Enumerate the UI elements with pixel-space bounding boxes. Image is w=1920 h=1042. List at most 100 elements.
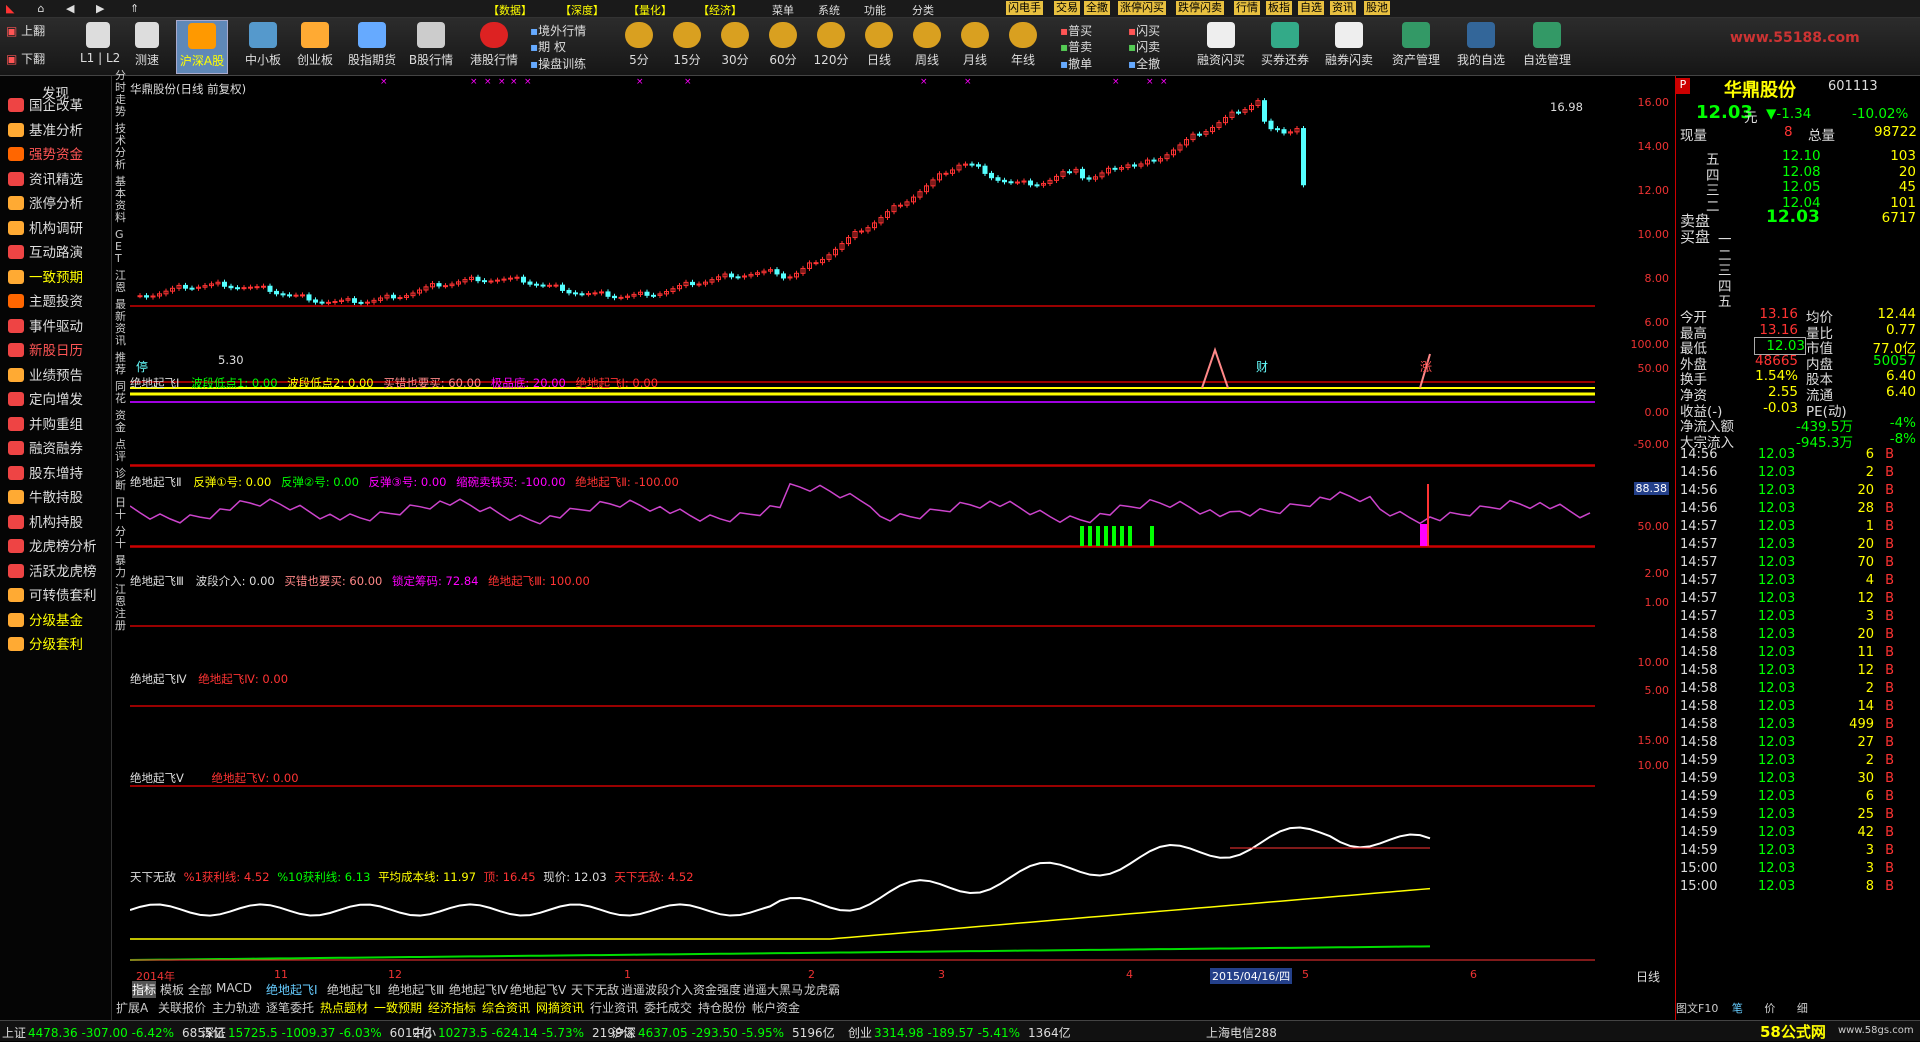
speed-test-button[interactable]: 测速 — [128, 20, 166, 68]
margin-flash-buy-button[interactable]: 融资闪买 — [1192, 20, 1250, 68]
bid-level-4[interactable]: 五 — [1718, 290, 1732, 310]
ext-tab-8[interactable]: 网摘资讯 — [536, 999, 584, 1016]
vtab-2[interactable]: 基本资料 — [115, 176, 127, 224]
sidebar-item-8[interactable]: 主题投资 — [8, 290, 83, 310]
menu-stock-pool[interactable]: 股池 — [1364, 1, 1390, 15]
vtab-4[interactable]: 江恩 — [115, 270, 127, 294]
sidebar-item-10[interactable]: 新股日历 — [8, 339, 83, 359]
ext-tab-3[interactable]: 逐笔委托 — [266, 999, 314, 1016]
index-item-0[interactable]: 上证 4478.36 -307.00 -6.42% 6855亿 — [2, 1024, 225, 1041]
menu-data[interactable]: 【数据】 — [488, 2, 532, 18]
menu-limitdown-sell[interactable]: 跌停闪卖 — [1176, 1, 1224, 15]
chart-area[interactable]: × × × × × × × × × × × × × 华鼎股份(日线 前复权) 16.98 5.30 停 … — [130, 76, 1595, 970]
vtab-0[interactable]: 分时走势 — [115, 70, 127, 118]
period-5min-button[interactable]: 5分 — [622, 20, 656, 68]
menu-watchlist[interactable]: 自选 — [1298, 1, 1324, 15]
sme-board-button[interactable]: 中小板 — [240, 20, 286, 68]
period-week-button[interactable]: 周线 — [910, 20, 944, 68]
menu-system[interactable]: 系统 — [818, 2, 840, 18]
index-item-3[interactable]: 沪深 4637.05 -293.50 -5.95% 5196亿 — [612, 1024, 835, 1041]
menu-category[interactable]: 分类 — [912, 2, 934, 18]
my-watchlist-button[interactable]: 我的自选 — [1454, 20, 1508, 68]
sidebar-item-13[interactable]: 并购重组 — [8, 413, 83, 433]
menu-news[interactable]: 资讯 — [1330, 1, 1356, 15]
sidebar-item-18[interactable]: 龙虎榜分析 — [8, 535, 97, 555]
sidebar-item-0[interactable]: 国企改革 — [8, 94, 83, 114]
sidebar-item-14[interactable]: 融资融券 — [8, 437, 83, 457]
sidebar-item-16[interactable]: 牛散持股 — [8, 486, 83, 506]
ext-tab-11[interactable]: 持仓股份 — [698, 999, 746, 1016]
cancel-order-button[interactable]: ▪撤单 — [1060, 55, 1092, 72]
b-share-button[interactable]: B股行情 — [406, 20, 456, 68]
vtab-5[interactable]: 最新资讯 — [115, 299, 127, 347]
sidebar-item-19[interactable]: 活跃龙虎榜 — [8, 560, 97, 580]
sidebar-item-2[interactable]: 强势资金 — [8, 143, 83, 163]
sidebar-item-1[interactable]: 基准分析 — [8, 119, 83, 139]
menu-flash-hand[interactable]: 闪电手 — [1006, 1, 1043, 15]
ext-tab-9[interactable]: 行业资讯 — [590, 999, 638, 1016]
vtab-7[interactable]: 同花 — [115, 381, 127, 405]
vtab-11[interactable]: 日十 — [115, 497, 127, 521]
sidebar-item-15[interactable]: 股东增持 — [8, 462, 83, 482]
menu-economy[interactable]: 【经济】 — [698, 2, 742, 18]
index-futures-button[interactable]: 股指期货 — [346, 20, 398, 68]
period-60min-button[interactable]: 60分 — [766, 20, 800, 68]
normal-sell-button[interactable]: ▪普卖 — [1060, 38, 1092, 55]
vtab-14[interactable]: 江恩注册 — [115, 584, 127, 632]
menu-back-icon[interactable]: ◀ — [66, 2, 74, 15]
menu-depth[interactable]: 【深度】 — [560, 2, 604, 18]
cancel-all-button[interactable]: ▪全撤 — [1128, 55, 1160, 72]
sidebar-item-11[interactable]: 业绩预告 — [8, 364, 83, 384]
period-120min-button[interactable]: 120分 — [812, 20, 850, 68]
menu-forward-icon[interactable]: ▶ — [96, 2, 104, 15]
vtab-3[interactable]: GET — [115, 229, 127, 265]
indicator-tab-1[interactable]: 模板 — [160, 981, 184, 998]
indicator-tab-7[interactable]: 绝地起飞Ⅳ — [449, 981, 508, 998]
finance-marker[interactable]: 财 — [1256, 358, 1268, 375]
flash-sell-button[interactable]: ▪闪卖 — [1128, 38, 1160, 55]
ext-tab-5[interactable]: 一致预期 — [374, 999, 422, 1016]
indicator-tab-5[interactable]: 绝地起飞Ⅱ — [327, 981, 381, 998]
indicator-tab-2[interactable]: 全部 — [188, 981, 212, 998]
flash-buy-button[interactable]: ▪闪买 — [1128, 22, 1160, 39]
normal-buy-button[interactable]: ▪普买 — [1060, 22, 1092, 39]
ext-tab-4[interactable]: 热点题材 — [320, 999, 368, 1016]
ext-tab-0[interactable]: 扩展A — [116, 999, 148, 1016]
watchlist-mgmt-button[interactable]: 自选管理 — [1520, 20, 1574, 68]
sidebar-item-6[interactable]: 互动路演 — [8, 241, 83, 261]
sidebar-item-12[interactable]: 定向增发 — [8, 388, 83, 408]
menu-quotes[interactable]: 行情 — [1234, 1, 1260, 15]
sidebar-item-7[interactable]: 一致预期 — [8, 266, 83, 286]
ticks-tab[interactable]: 笔 — [1732, 1002, 1743, 1015]
sidebar-item-3[interactable]: 资讯精选 — [8, 168, 83, 188]
sidebar-item-21[interactable]: 分级基金 — [8, 609, 83, 629]
ext-tab-1[interactable]: 关联报价 — [158, 999, 206, 1016]
menu-all-withdraw[interactable]: 全撒 — [1084, 1, 1110, 15]
sidebar-item-17[interactable]: 机构持股 — [8, 511, 83, 531]
indicator-tab-12[interactable]: 逍遥大黑马 — [743, 981, 803, 998]
sidebar-item-5[interactable]: 机构调研 — [8, 217, 83, 237]
indicator-tab-10[interactable]: 逍遥波段介入 — [621, 981, 693, 998]
ext-tab-10[interactable]: 委托成交 — [644, 999, 692, 1016]
index-item-1[interactable]: 深证 15725.5 -1009.37 -6.03% 6012亿 — [202, 1024, 432, 1041]
menu-menu[interactable]: 菜单 — [772, 2, 794, 18]
menu-home-icon[interactable]: ⌂ — [30, 2, 52, 15]
trading-practice-button[interactable]: ▪操盘训练 — [530, 55, 586, 72]
indicator-tab-13[interactable]: 龙虎霸 — [804, 981, 840, 998]
buy-return-button[interactable]: 买券还券 — [1256, 20, 1314, 68]
chinext-button[interactable]: 创业板 — [292, 20, 338, 68]
period-30min-button[interactable]: 30分 — [718, 20, 752, 68]
vtab-1[interactable]: 技术分析 — [115, 123, 127, 171]
period-15min-button[interactable]: 15分 — [670, 20, 704, 68]
vtab-8[interactable]: 资金 — [115, 410, 127, 434]
indicator-tab-8[interactable]: 绝地起飞Ⅴ — [510, 981, 566, 998]
period-year-button[interactable]: 年线 — [1006, 20, 1040, 68]
indicator-tab-4[interactable]: 绝地起飞Ⅰ — [266, 981, 318, 998]
vtab-9[interactable]: 点评 — [115, 439, 127, 463]
sidebar-item-20[interactable]: 可转债套利 — [8, 584, 97, 604]
limit-marker[interactable]: 涨 — [1420, 358, 1432, 375]
suspend-marker[interactable]: 停 — [136, 358, 148, 375]
menu-limitup-buy[interactable]: 涨停闪买 — [1118, 1, 1166, 15]
sidebar-item-22[interactable]: 分级套利 — [8, 633, 83, 653]
index-item-4[interactable]: 创业 3314.98 -189.57 -5.41% 1364亿 — [848, 1024, 1071, 1041]
